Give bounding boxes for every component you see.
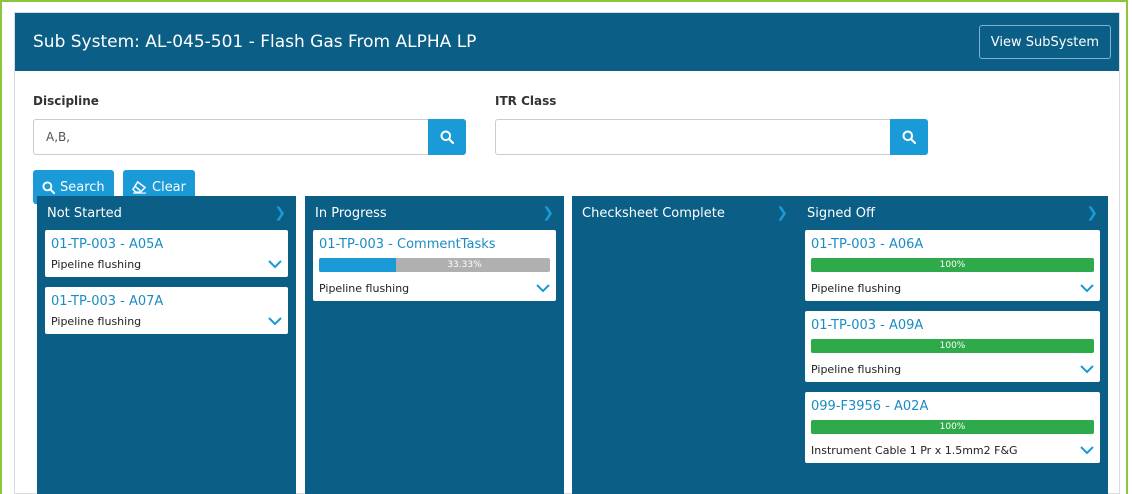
column-title: Checksheet Complete — [582, 205, 725, 221]
itr-class-field — [495, 119, 928, 155]
search-button-label: Search — [60, 179, 105, 195]
task-description: Pipeline flushing — [51, 315, 142, 328]
page-title: Sub System: AL-045-501 - Flash Gas From … — [33, 32, 477, 52]
itr-class-search-button[interactable] — [890, 119, 928, 155]
task-link[interactable]: 01-TP-003 - A05A — [51, 237, 282, 252]
discipline-field — [33, 119, 466, 155]
column-title: In Progress — [315, 205, 387, 221]
chevron-down-icon[interactable] — [1080, 445, 1094, 455]
column-header[interactable]: Checksheet Complete ❯ — [580, 196, 790, 230]
chevron-right-icon[interactable]: ❯ — [274, 205, 286, 221]
task-link[interactable]: 01-TP-003 - A09A — [811, 318, 1094, 333]
kanban-board: Not Started ❯ 01-TP-003 - A05A Pipeline … — [22, 196, 1132, 494]
progress-bar: 100% — [811, 420, 1094, 434]
task-link[interactable]: 01-TP-003 - A06A — [811, 237, 1094, 252]
column-header[interactable]: Signed Off ❯ — [805, 196, 1100, 230]
itr-class-input[interactable] — [495, 119, 890, 155]
task-link[interactable]: 099-F3956 - A02A — [811, 399, 1094, 414]
task-card: 01-TP-003 - A05A Pipeline flushing — [45, 230, 288, 277]
chevron-right-icon[interactable]: ❯ — [1086, 205, 1098, 221]
progress-bar: 100% — [811, 258, 1094, 272]
progress-bar: 100% — [811, 339, 1094, 353]
chevron-down-icon[interactable] — [268, 316, 282, 326]
task-card: 01-TP-003 - CommentTasks 33.33% Pipeline… — [313, 230, 556, 301]
view-subsystem-button[interactable]: View SubSystem — [978, 25, 1111, 59]
search-icon — [42, 180, 55, 194]
task-card: 01-TP-003 - A06A 100% Pipeline flushing — [805, 230, 1100, 301]
task-card: 01-TP-003 - A09A 100% Pipeline flushing — [805, 311, 1100, 382]
eraser-icon — [132, 180, 147, 194]
search-icon — [440, 130, 454, 144]
task-link[interactable]: 01-TP-003 - A07A — [51, 294, 282, 309]
task-link[interactable]: 01-TP-003 - CommentTasks — [319, 237, 550, 252]
chevron-down-icon[interactable] — [268, 259, 282, 269]
chevron-right-icon[interactable]: ❯ — [542, 205, 554, 221]
progress-bar: 33.33% — [319, 258, 550, 272]
discipline-search-button[interactable] — [428, 119, 466, 155]
task-description: Pipeline flushing — [811, 282, 902, 295]
progress-text: 100% — [939, 422, 966, 432]
task-description: Pipeline flushing — [319, 282, 410, 295]
clear-button-label: Clear — [152, 179, 186, 195]
column-title: Signed Off — [807, 205, 875, 221]
column-checksheet-complete: Checksheet Complete ❯ — [572, 196, 798, 494]
chevron-right-icon[interactable]: ❯ — [776, 205, 788, 221]
search-icon — [902, 130, 916, 144]
task-description: Pipeline flushing — [811, 363, 902, 376]
discipline-input[interactable] — [33, 119, 428, 155]
task-card: 01-TP-003 - A07A Pipeline flushing — [45, 287, 288, 334]
column-signed-off: Signed Off ❯ 01-TP-003 - A06A 100% Pipel… — [797, 196, 1108, 494]
itr-class-label: ITR Class — [495, 94, 557, 108]
panel-header: Sub System: AL-045-501 - Flash Gas From … — [15, 13, 1119, 71]
chevron-down-icon[interactable] — [1080, 283, 1094, 293]
task-card: 099-F3956 - A02A 100% Instrument Cable 1… — [805, 392, 1100, 463]
column-not-started: Not Started ❯ 01-TP-003 - A05A Pipeline … — [37, 196, 296, 494]
progress-text: 100% — [939, 341, 966, 351]
discipline-label: Discipline — [33, 94, 99, 108]
progress-text: 33.33% — [447, 260, 482, 270]
column-title: Not Started — [47, 205, 122, 221]
column-in-progress: In Progress ❯ 01-TP-003 - CommentTasks 3… — [305, 196, 564, 494]
column-header[interactable]: Not Started ❯ — [45, 196, 288, 230]
chevron-down-icon[interactable] — [1080, 364, 1094, 374]
chevron-down-icon[interactable] — [536, 283, 550, 293]
task-description: Instrument Cable 1 Pr x 1.5mm2 F&G — [811, 444, 1018, 457]
column-header[interactable]: In Progress ❯ — [313, 196, 556, 230]
progress-text: 100% — [939, 260, 966, 270]
task-description: Pipeline flushing — [51, 258, 142, 271]
